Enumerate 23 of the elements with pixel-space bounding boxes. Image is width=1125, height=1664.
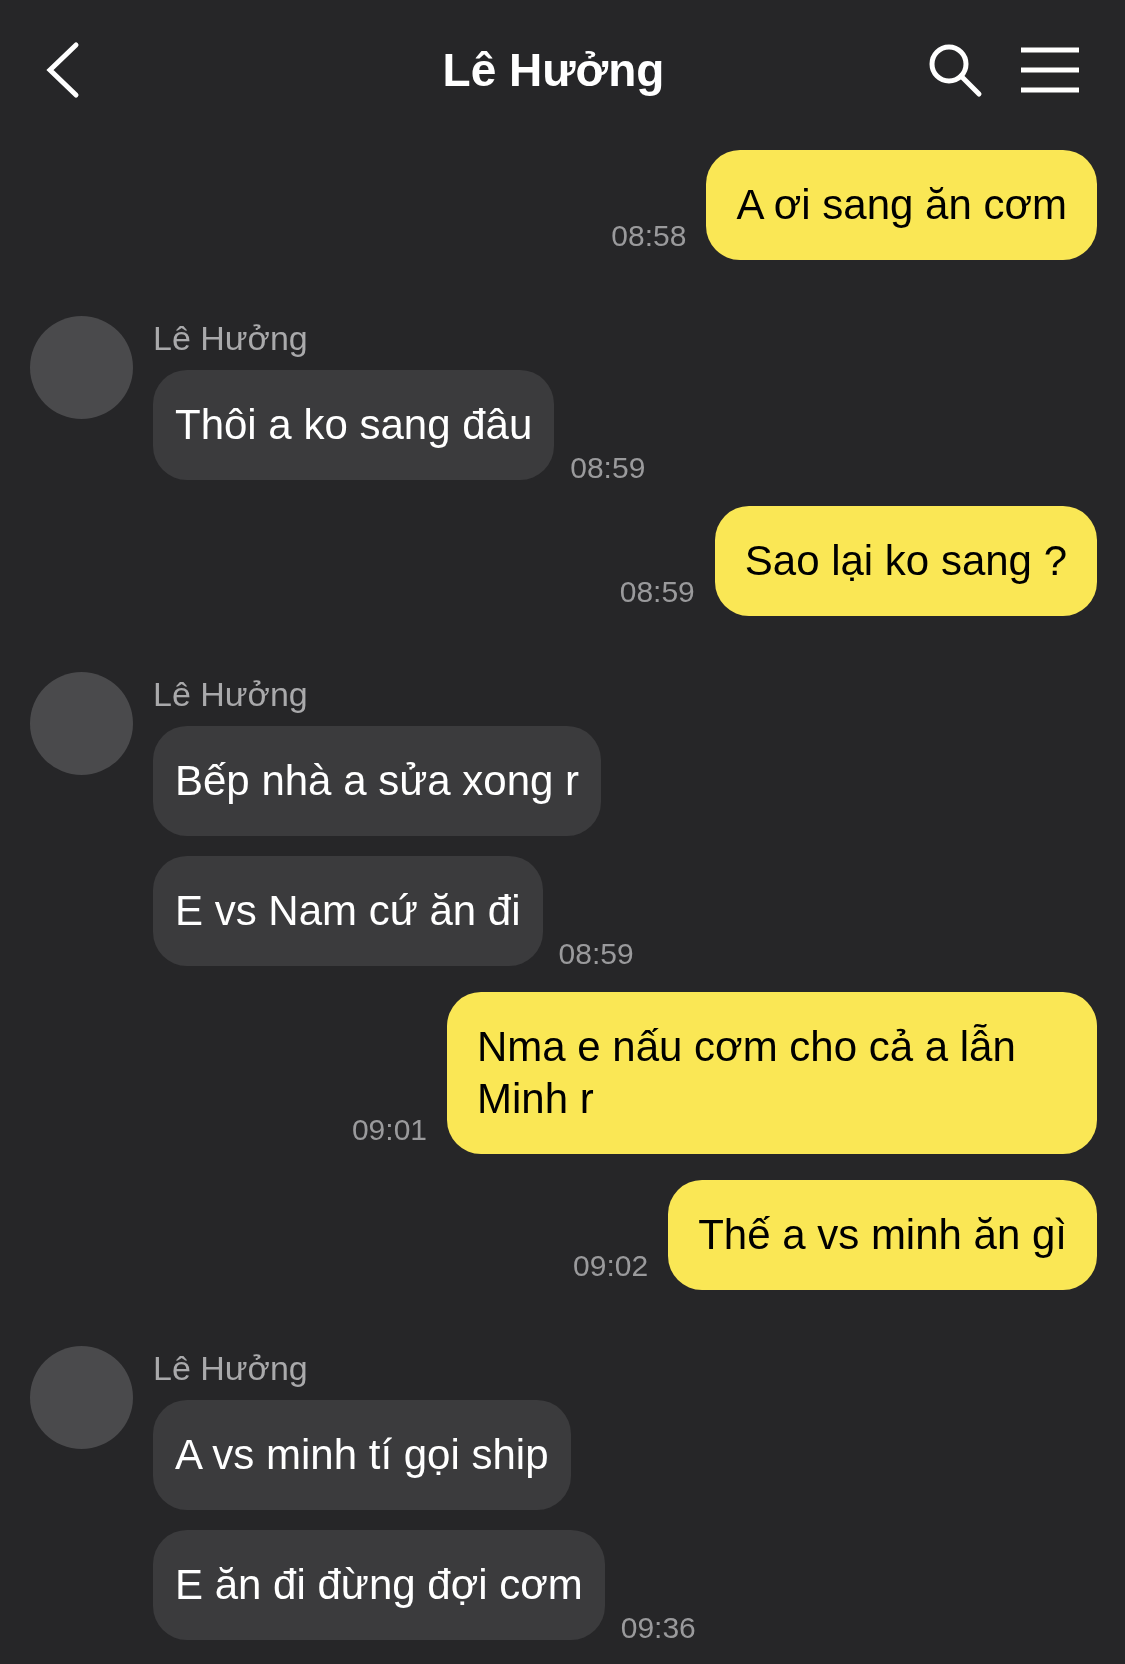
message-bubble: E ăn đi đừng đợi cơm [153, 1530, 605, 1640]
sender-name: Lê Hưởng [153, 674, 309, 714]
message-time: 08:58 [611, 218, 687, 254]
message-bubble: Thế a vs minh ăn gì [668, 1180, 1097, 1290]
menu-icon[interactable] [1019, 46, 1081, 94]
message-bubble: A ơi sang ăn cơm [706, 150, 1097, 260]
message-time: 09:01 [351, 1112, 427, 1148]
message-bubble: A vs minh tí gọi ship [153, 1400, 571, 1510]
message-bubble: Thôi a ko sang đâu [153, 370, 555, 480]
back-icon[interactable] [44, 41, 80, 99]
message-bubble: Sao lại ko sang ? [714, 506, 1097, 616]
sender-name: Lê Hưởng [153, 1348, 309, 1388]
message-time: 08:59 [558, 936, 634, 972]
message-time: 08:59 [570, 450, 646, 486]
search-icon[interactable] [927, 42, 983, 98]
sender-name: Lê Hưởng [153, 318, 309, 358]
message-time: 09:36 [620, 1610, 696, 1646]
message-bubble: Bếp nhà a sửa xong r [153, 726, 602, 836]
message-time: 08:59 [619, 574, 695, 610]
chat-title: Lê Hưởng [441, 42, 665, 98]
message-bubble: Nma e nấu cơm cho cả a lẫn Minh r [447, 992, 1097, 1154]
message-bubble: E vs Nam cứ ăn đi [153, 856, 543, 966]
message-time: 09:02 [573, 1248, 649, 1284]
